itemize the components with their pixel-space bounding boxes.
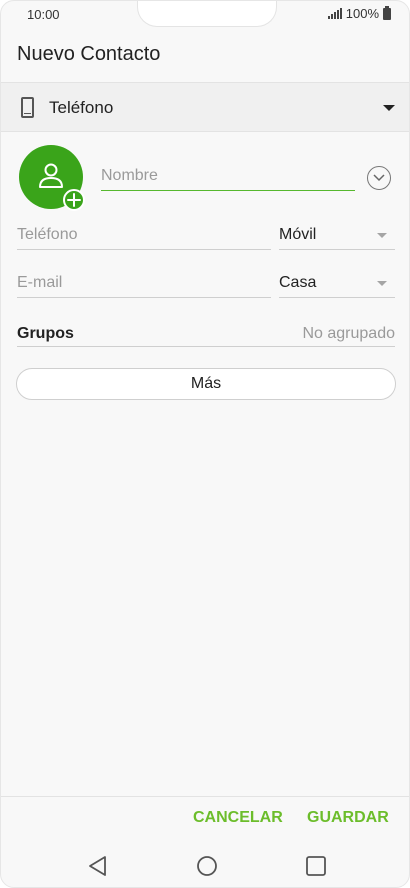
battery-icon — [383, 5, 391, 20]
action-bar: CANCELAR GUARDAR — [1, 796, 409, 842]
phone-icon — [21, 97, 34, 118]
recent-apps-icon[interactable] — [304, 854, 328, 878]
phone-input[interactable] — [17, 220, 271, 249]
caret-down-icon — [383, 105, 395, 111]
phone-type-value: Móvil — [279, 226, 317, 243]
email-input[interactable] — [17, 268, 271, 297]
caret-down-icon — [377, 281, 387, 286]
name-field — [101, 161, 355, 191]
save-button[interactable]: GUARDAR — [307, 809, 389, 827]
account-label: Teléfono — [49, 98, 114, 117]
caret-down-icon — [377, 233, 387, 238]
account-selector[interactable]: Teléfono — [1, 82, 409, 132]
groups-value: No agrupado — [302, 325, 395, 342]
plus-icon — [67, 193, 81, 207]
email-field — [17, 268, 271, 298]
signal-icon — [327, 8, 342, 19]
expand-name-button[interactable] — [367, 166, 391, 190]
phone-type-select[interactable]: Móvil — [279, 220, 395, 250]
name-input[interactable] — [101, 161, 355, 190]
contact-editor-screen: 10:00 100% Nuevo Contacto Teléfono Nombr… — [0, 0, 410, 888]
camera-notch — [137, 1, 277, 27]
battery-percent: 100% — [345, 6, 379, 21]
add-photo-button[interactable] — [63, 189, 85, 211]
back-icon[interactable] — [86, 854, 110, 878]
email-type-select[interactable]: Casa — [279, 268, 395, 298]
chevron-down-icon — [373, 174, 385, 182]
home-icon[interactable] — [195, 854, 219, 878]
more-fields-button[interactable]: Más — [16, 368, 396, 400]
email-type-value: Casa — [279, 274, 317, 291]
page-title: Nuevo Contacto — [17, 43, 161, 65]
navigation-bar — [1, 842, 409, 887]
cancel-button[interactable]: CANCELAR — [193, 809, 283, 827]
person-icon — [39, 163, 63, 188]
groups-selector[interactable]: Grupos No agrupado — [17, 323, 395, 347]
groups-label: Grupos — [17, 325, 74, 342]
status-time: 10:00 — [27, 7, 60, 22]
status-bar: 10:00 100% — [1, 1, 409, 29]
status-indicators: 100% — [327, 5, 391, 21]
phone-field — [17, 220, 271, 250]
